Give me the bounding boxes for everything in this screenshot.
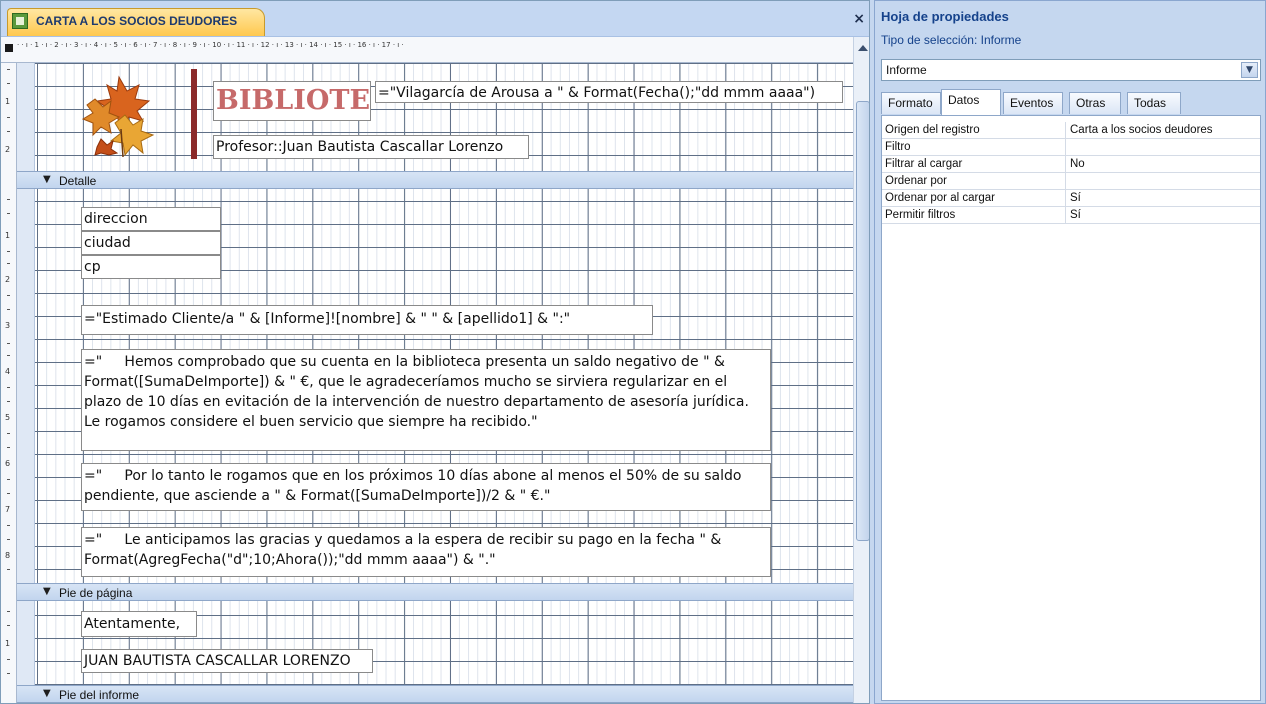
library-title-label[interactable]: BIBLIOTECA (213, 81, 371, 121)
tab-todas[interactable]: Todas (1127, 92, 1181, 114)
closing-label[interactable]: Atentamente, (81, 611, 197, 637)
property-tabs: Formato Datos Eventos Otras Todas (881, 89, 1261, 115)
ruler-mark: 5 (5, 413, 11, 422)
section-selector-column[interactable] (17, 63, 35, 703)
ruler-mark: 1 (5, 97, 11, 106)
property-grid: Origen del registro Carta a los socios d… (881, 115, 1261, 701)
ruler-mark: 2 (5, 145, 11, 154)
property-key: Ordenar por (882, 173, 1066, 190)
property-key: Ordenar por al cargar (882, 190, 1066, 207)
teacher-label[interactable]: Profesor::Juan Bautista Cascallar Lorenz… (213, 135, 529, 159)
property-key: Filtrar al cargar (882, 156, 1066, 173)
ruler-mark: 3 (5, 321, 11, 330)
scrollbar-thumb[interactable] (856, 101, 869, 541)
section-arrow-icon: ▼ (43, 174, 51, 185)
property-row[interactable]: Origen del registro Carta a los socios d… (882, 122, 1260, 139)
ruler-mark: 7 (5, 505, 11, 514)
signature-label[interactable]: JUAN BAUTISTA CASCALLAR LORENZO (81, 649, 373, 673)
document-tab-bar: CARTA A LOS SOCIOS DEUDORES × (1, 1, 869, 37)
greeting-expression-textbox[interactable]: ="Estimado Cliente/a " & [Informe]![nomb… (81, 305, 653, 335)
access-window: CARTA A LOS SOCIOS DEUDORES × · · ı · 1 … (0, 0, 1266, 704)
document-tab[interactable]: CARTA A LOS SOCIOS DEUDORES (7, 8, 265, 36)
band-report-footer[interactable]: ▼ Pie del informe (17, 685, 853, 703)
property-row[interactable]: Filtrar al cargar No (882, 156, 1260, 173)
object-selector-value: Informe (886, 63, 927, 77)
ciudad-field[interactable]: ciudad (81, 231, 221, 255)
ruler-mark: 1 (5, 639, 11, 648)
band-report-footer-label: Pie del informe (59, 688, 140, 702)
section-arrow-icon: ▼ (43, 586, 51, 597)
vertical-ruler: 1 2 1 2 3 4 5 6 7 8 1 (1, 63, 17, 703)
ruler-mark: 4 (5, 367, 11, 376)
paragraph1-expression-textbox[interactable]: =" Hemos comprobado que su cuenta en la … (81, 349, 771, 451)
ruler-mark: 6 (5, 459, 11, 468)
band-detail-label: Detalle (59, 174, 97, 188)
property-key: Permitir filtros (882, 207, 1066, 224)
cp-field[interactable]: cp (81, 255, 221, 279)
paragraph2-expression-textbox[interactable]: =" Por lo tanto le rogamos que en los pr… (81, 463, 771, 511)
property-value[interactable]: Sí (1070, 207, 1260, 224)
band-page-footer-label: Pie de página (59, 586, 133, 600)
band-page-footer[interactable]: ▼ Pie de página (17, 583, 853, 601)
selection-type-label: Tipo de selección: Informe (881, 33, 1022, 47)
ruler-mark: 2 (5, 275, 11, 284)
property-row[interactable]: Ordenar por al cargar Sí (882, 190, 1260, 207)
scroll-up-arrow-icon[interactable] (858, 45, 868, 51)
property-row[interactable]: Permitir filtros Sí (882, 207, 1260, 224)
horizontal-ruler-marks: · · ı · 1 · ı · 2 · ı · 3 · ı · 4 · ı · … (17, 41, 404, 49)
tab-formato[interactable]: Formato (881, 92, 941, 114)
close-icon[interactable]: × (853, 11, 865, 27)
header-divider-bar[interactable] (191, 69, 197, 159)
section-arrow-icon: ▼ (43, 688, 51, 699)
ruler-mark: 8 (5, 551, 11, 560)
property-sheet-title: Hoja de propiedades (881, 9, 1009, 24)
report-icon (12, 13, 28, 29)
tab-eventos[interactable]: Eventos (1003, 92, 1063, 114)
property-value[interactable]: Sí (1070, 190, 1260, 207)
date-expression-textbox[interactable]: ="Vilagarcía de Arousa a " & Format(Fech… (375, 81, 843, 103)
property-key: Filtro (882, 139, 1066, 156)
paragraph3-expression-textbox[interactable]: =" Le anticipamos las gracias y quedamos… (81, 527, 771, 577)
object-selector-dropdown[interactable]: Informe ▼ (881, 59, 1261, 81)
property-key: Origen del registro (882, 122, 1066, 139)
band-detail[interactable]: ▼ Detalle (17, 171, 853, 189)
ruler-mark: 1 (5, 231, 11, 240)
report-selector-button[interactable] (5, 44, 13, 52)
direccion-field[interactable]: direccion (81, 207, 221, 231)
property-value[interactable]: Carta a los socios deudores (1070, 122, 1260, 139)
vertical-scrollbar[interactable] (853, 37, 869, 703)
property-sheet: Hoja de propiedades Tipo de selección: I… (874, 0, 1266, 704)
report-designer: CARTA A LOS SOCIOS DEUDORES × · · ı · 1 … (0, 0, 870, 704)
tab-otras[interactable]: Otras (1069, 92, 1121, 114)
tab-datos[interactable]: Datos (941, 89, 1001, 115)
property-row[interactable]: Ordenar por (882, 173, 1260, 190)
horizontal-ruler: · · ı · 1 · ı · 2 · ı · 3 · ı · 4 · ı · … (1, 37, 853, 63)
autumn-leaves-logo[interactable] (81, 69, 161, 157)
chevron-down-icon[interactable]: ▼ (1241, 62, 1258, 78)
property-value[interactable] (1070, 139, 1260, 156)
property-value[interactable]: No (1070, 156, 1260, 173)
property-value[interactable] (1070, 173, 1260, 190)
document-tab-label: CARTA A LOS SOCIOS DEUDORES (36, 14, 238, 28)
property-row[interactable]: Filtro (882, 139, 1260, 156)
